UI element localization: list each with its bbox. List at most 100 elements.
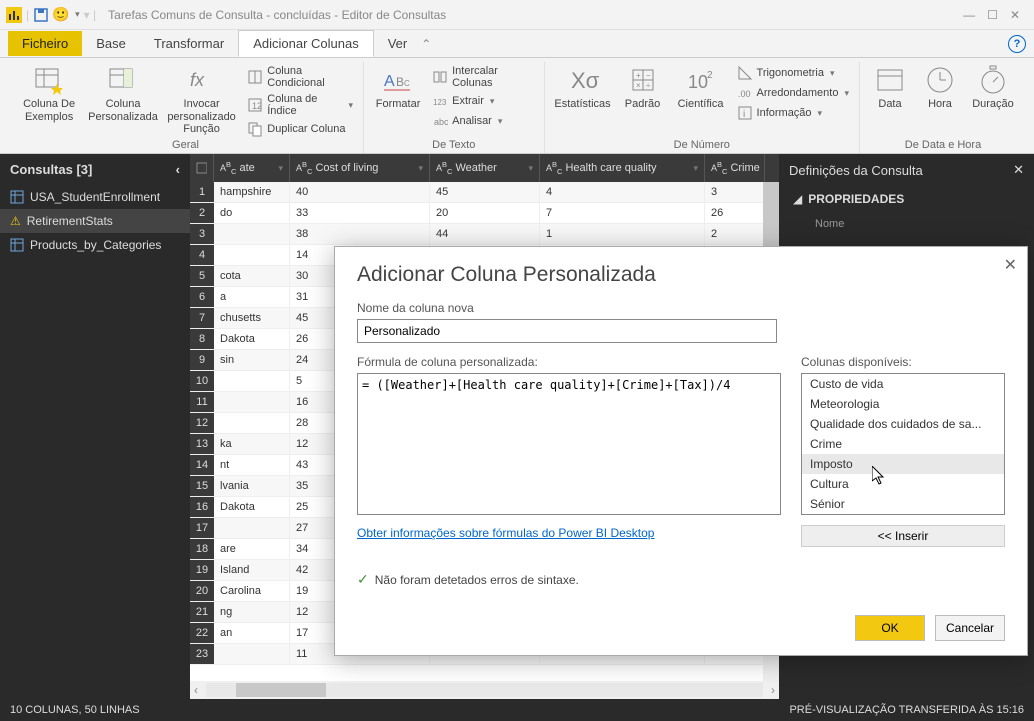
- ribbon-collapse-icon[interactable]: ⌃: [421, 37, 431, 51]
- cell[interactable]: cota: [214, 266, 290, 286]
- column-from-examples-button[interactable]: Coluna De Exemplos: [16, 62, 82, 123]
- expander-icon[interactable]: ◢: [793, 192, 802, 206]
- learn-link[interactable]: Obter informações sobre fórmulas do Powe…: [357, 526, 654, 540]
- cell[interactable]: an: [214, 623, 290, 643]
- column-header[interactable]: ABCWeather▾: [430, 154, 540, 182]
- table-row[interactable]: 1 hampshire 40 45 4 3: [190, 182, 779, 203]
- cell[interactable]: a: [214, 287, 290, 307]
- cell[interactable]: 2: [705, 224, 765, 244]
- scrollbar-thumb[interactable]: [236, 683, 326, 697]
- cell[interactable]: nt: [214, 455, 290, 475]
- information-button[interactable]: iInformação▾: [735, 104, 851, 122]
- tab-add-columns[interactable]: Adicionar Colunas: [238, 30, 374, 57]
- cell[interactable]: [214, 224, 290, 244]
- column-header[interactable]: ABCHealth care quality▾: [540, 154, 705, 182]
- list-item[interactable]: Crime: [802, 434, 1004, 454]
- cell[interactable]: Carolina: [214, 581, 290, 601]
- cell[interactable]: 3: [705, 182, 765, 202]
- cell[interactable]: 26: [705, 203, 765, 223]
- cell[interactable]: 1: [540, 224, 705, 244]
- cell[interactable]: 40: [290, 182, 430, 202]
- scroll-right-icon[interactable]: ›: [771, 683, 775, 697]
- tab-view[interactable]: Ver: [374, 31, 422, 56]
- rounding-button[interactable]: .00Arredondamento▾: [735, 84, 851, 102]
- cancel-button[interactable]: Cancelar: [935, 615, 1005, 641]
- time-button[interactable]: Hora: [918, 62, 962, 111]
- cell[interactable]: Island: [214, 560, 290, 580]
- cell[interactable]: are: [214, 539, 290, 559]
- trigonometry-button[interactable]: Trigonometria▾: [735, 64, 851, 82]
- cell[interactable]: [214, 413, 290, 433]
- cell[interactable]: ka: [214, 434, 290, 454]
- cell[interactable]: hampshire: [214, 182, 290, 202]
- conditional-column-button[interactable]: Coluna Condicional: [245, 64, 355, 90]
- invoke-function-button[interactable]: fx Invocar personalizado Função: [164, 62, 239, 136]
- cell[interactable]: [214, 245, 290, 265]
- new-column-name-input[interactable]: [357, 319, 777, 343]
- ok-button[interactable]: OK: [855, 615, 925, 641]
- date-button[interactable]: Data: [868, 62, 912, 111]
- qat-dropdown-icon[interactable]: ▾: [75, 9, 80, 20]
- save-icon[interactable]: [33, 7, 49, 23]
- tab-file[interactable]: Ficheiro: [8, 31, 82, 56]
- cell[interactable]: [214, 644, 290, 664]
- table-row[interactable]: 2 do 33 20 7 26: [190, 203, 779, 224]
- available-columns-list[interactable]: Custo de vidaMeteorologiaQualidade dos c…: [801, 373, 1005, 515]
- standard-button[interactable]: +−×÷ Padrão: [619, 62, 667, 111]
- extract-button[interactable]: 123Extrair▾: [430, 92, 535, 110]
- cell[interactable]: do: [214, 203, 290, 223]
- list-item[interactable]: Custo de vida: [802, 374, 1004, 394]
- tab-transform[interactable]: Transformar: [140, 31, 238, 56]
- duplicate-column-button[interactable]: Duplicar Coluna: [245, 120, 355, 138]
- parse-button[interactable]: abcAnalisar▾: [430, 112, 535, 130]
- cell[interactable]: 20: [430, 203, 540, 223]
- query-item[interactable]: USA_StudentEnrollment: [0, 185, 190, 209]
- cell[interactable]: ng: [214, 602, 290, 622]
- cell[interactable]: lvania: [214, 476, 290, 496]
- row-corner[interactable]: [190, 154, 214, 182]
- table-row[interactable]: 3 38 44 1 2: [190, 224, 779, 245]
- cell[interactable]: [214, 371, 290, 391]
- list-item[interactable]: Qualidade dos cuidados de sa...: [802, 414, 1004, 434]
- list-item[interactable]: Imposto: [802, 454, 1004, 474]
- list-item[interactable]: Meteorologia: [802, 394, 1004, 414]
- cell[interactable]: Dakota: [214, 329, 290, 349]
- smiley-icon[interactable]: 🙂: [53, 7, 69, 23]
- cell[interactable]: 33: [290, 203, 430, 223]
- query-item[interactable]: Products_by_Categories: [0, 233, 190, 257]
- duration-button[interactable]: Duração: [968, 62, 1018, 111]
- statistics-button[interactable]: Χσ Estatísticas: [553, 62, 613, 111]
- column-header[interactable]: ABCCrime: [705, 154, 765, 182]
- format-button[interactable]: ABC Formatar: [372, 62, 424, 111]
- cell[interactable]: 38: [290, 224, 430, 244]
- column-header[interactable]: ABCate▾: [214, 154, 290, 182]
- cell[interactable]: sin: [214, 350, 290, 370]
- formula-input[interactable]: [357, 373, 781, 515]
- tab-home[interactable]: Base: [82, 31, 140, 56]
- cell[interactable]: Dakota: [214, 497, 290, 517]
- horizontal-scrollbar[interactable]: ‹ ›: [190, 681, 779, 699]
- close-icon[interactable]: ✕: [1010, 8, 1020, 22]
- column-header[interactable]: ABCCost of living▾: [290, 154, 430, 182]
- list-item[interactable]: Sénior: [802, 494, 1004, 514]
- index-column-button[interactable]: 12Coluna de Índice▾: [245, 92, 355, 118]
- cell[interactable]: 45: [430, 182, 540, 202]
- cell[interactable]: [214, 392, 290, 412]
- list-item[interactable]: Cultura: [802, 474, 1004, 494]
- query-item[interactable]: ⚠ RetirementStats: [0, 209, 190, 233]
- cell[interactable]: 44: [430, 224, 540, 244]
- dialog-close-icon[interactable]: ✕: [1004, 255, 1017, 275]
- custom-column-button[interactable]: Coluna Personalizada: [88, 62, 158, 123]
- cell[interactable]: [214, 518, 290, 538]
- collapse-icon[interactable]: ‹: [176, 162, 180, 177]
- scientific-button[interactable]: 102 Científica: [673, 62, 729, 111]
- close-icon[interactable]: ✕: [1013, 162, 1024, 178]
- maximize-icon[interactable]: ☐: [987, 8, 998, 22]
- cell[interactable]: chusetts: [214, 308, 290, 328]
- cell[interactable]: 4: [540, 182, 705, 202]
- merge-columns-button[interactable]: Intercalar Colunas: [430, 64, 535, 90]
- cell[interactable]: 7: [540, 203, 705, 223]
- help-icon[interactable]: ?: [1008, 35, 1026, 53]
- scroll-left-icon[interactable]: ‹: [194, 683, 198, 697]
- minimize-icon[interactable]: —: [963, 8, 975, 22]
